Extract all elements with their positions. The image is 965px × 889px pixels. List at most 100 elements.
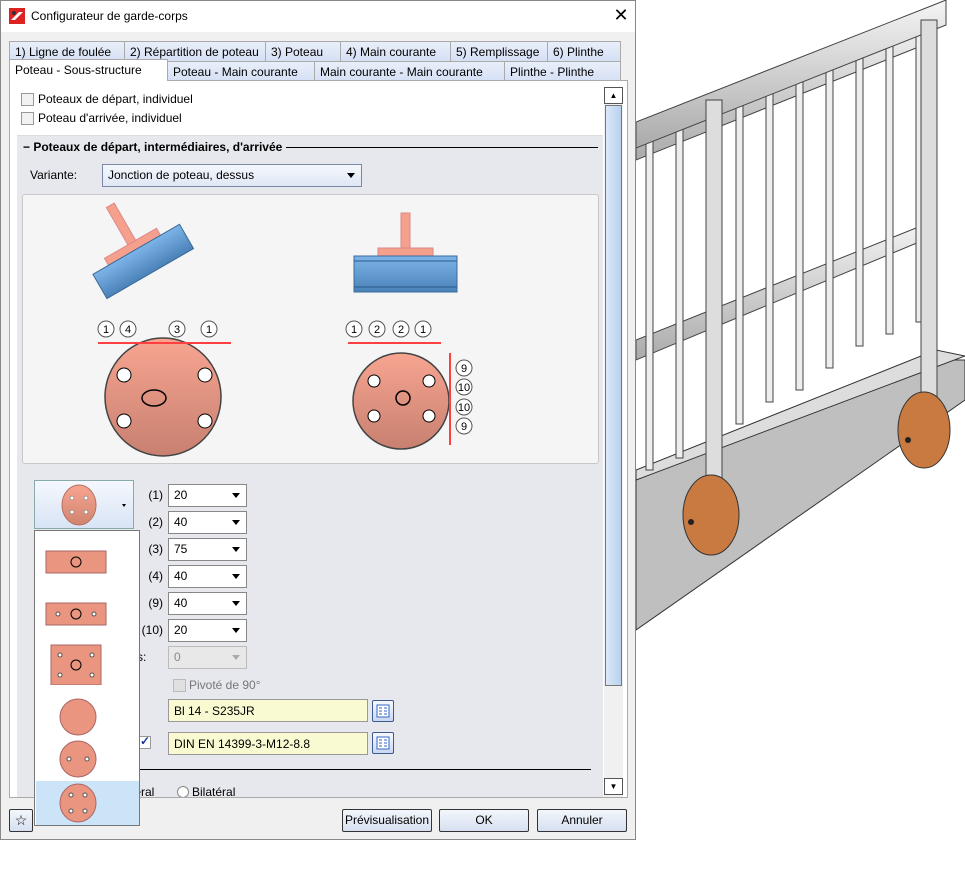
svg-text:10: 10	[458, 382, 470, 394]
svg-text:1: 1	[351, 324, 357, 336]
end-individual-label: Poteau d'arrivée, individuel	[38, 111, 182, 125]
tab-poteau-main-courante[interactable]: Poteau - Main courante	[167, 61, 315, 81]
checkmark-icon: ✓	[140, 734, 151, 748]
dimension-bubble: 9	[455, 417, 473, 435]
svg-text:1: 1	[420, 324, 426, 336]
start-individual-checkbox[interactable]	[21, 93, 34, 106]
dimension-value: 40	[174, 515, 188, 529]
group-title: − Poteaux de départ, intermédiaires, d'a…	[23, 140, 287, 154]
svg-text:10: 10	[458, 402, 470, 414]
dimension-bubble: 9	[455, 359, 473, 377]
svg-text:1: 1	[103, 324, 109, 336]
group-title-text: Poteaux de départ, intermédiaires, d'arr…	[33, 140, 283, 154]
tab-poteau[interactable]: 3) Poteau	[265, 41, 341, 61]
ok-button[interactable]: OK	[439, 809, 529, 832]
chevron-down-icon	[232, 493, 240, 498]
tab-remplissage[interactable]: 5) Remplissage	[450, 41, 548, 61]
dimension-select[interactable]: 40	[168, 511, 247, 534]
bolt-field[interactable]: DIN EN 14399-3-M12-8.8	[168, 732, 368, 755]
svg-text:2: 2	[398, 324, 404, 336]
dimension-select[interactable]: 20	[168, 484, 247, 507]
dimension-bubble: 1	[345, 320, 363, 338]
variant-select[interactable]: Jonction de poteau, dessus	[102, 164, 362, 187]
round-4-holes-icon	[59, 783, 97, 823]
chevron-down-icon	[232, 601, 240, 606]
star-icon[interactable]: ☆	[9, 809, 33, 832]
dimension-bubble: 4	[119, 320, 137, 338]
plate-option-rect-1-hole[interactable]	[36, 537, 139, 581]
tab-repartition-de-poteau[interactable]: 2) Répartition de poteau	[124, 41, 266, 61]
plate-option-rect-3-holes[interactable]	[36, 591, 139, 635]
round-4-holes-small-icon	[59, 740, 97, 778]
rotated-label: Pivoté de 90°	[189, 678, 261, 692]
svg-text:1: 1	[206, 324, 212, 336]
window-title: Configurateur de garde-corps	[31, 9, 188, 23]
tab-plinthe-plinthe[interactable]: Plinthe - Plinthe	[504, 61, 621, 81]
chevron-down-icon	[232, 628, 240, 633]
diagram-panel: 1 4 3 1 1 2 2 1 9 10 10 9	[22, 194, 599, 464]
preview-button[interactable]: Prévisualisation	[342, 809, 432, 832]
dimension-bubble: 1	[414, 320, 432, 338]
scroll-thumb[interactable]	[605, 105, 622, 686]
rect-3-holes-icon	[45, 602, 107, 626]
variant-label: Variante:	[30, 168, 78, 182]
rect-5-holes-icon	[50, 644, 102, 686]
catalog-icon	[376, 736, 390, 750]
round-plain-icon	[59, 698, 97, 736]
plate-type-dropdown[interactable]	[34, 480, 134, 529]
material-field[interactable]: Bl 14 - S235JR	[168, 699, 368, 722]
cancel-button[interactable]: Annuler	[537, 809, 627, 832]
dimension-value: 40	[174, 569, 188, 583]
rotated-checkbox[interactable]	[173, 679, 186, 692]
plate-option-round-4-holes[interactable]	[36, 781, 139, 825]
tab-poteau-sous-structure[interactable]: Poteau - Sous-structure	[9, 59, 168, 81]
dimension-select[interactable]: 75	[168, 538, 247, 561]
dimension-value: 40	[174, 596, 188, 610]
dimension-value: 20	[174, 488, 188, 502]
tab-ligne-de-foulee[interactable]: 1) Ligne de foulée	[9, 41, 125, 61]
chevron-down-icon	[232, 547, 240, 552]
material-catalog-button[interactable]	[372, 700, 394, 722]
scroll-up-icon[interactable]: ▲	[604, 87, 623, 104]
svg-text:9: 9	[461, 363, 467, 375]
dimension-value: 75	[174, 542, 188, 556]
bolt-catalog-button[interactable]	[372, 732, 394, 754]
chevron-down-icon	[232, 655, 240, 660]
dimension-select[interactable]: 40	[168, 565, 247, 588]
plate-option-round-4-holes-small[interactable]	[36, 737, 139, 781]
round-plate-4-holes-icon	[61, 484, 126, 526]
vertical-scrollbar[interactable]: ▲ ▼	[604, 87, 623, 797]
chevron-down-icon	[232, 520, 240, 525]
scroll-down-icon[interactable]: ▼	[604, 778, 623, 795]
plate-type-list	[34, 530, 140, 826]
dimension-select[interactable]: 40	[168, 592, 247, 615]
tab-plinthe[interactable]: 6) Plinthe	[547, 41, 621, 61]
pins-select: 0	[168, 646, 247, 669]
dimension-bubble: 2	[392, 320, 410, 338]
plate-option-round-plain[interactable]	[36, 693, 139, 737]
connection-diagram: 1 4 3 1 1 2 2 1 9 10 10 9	[92, 202, 473, 457]
dimension-bubble: 3	[168, 320, 186, 338]
title-bar: Configurateur de garde-corps ✕	[1, 1, 635, 32]
dimension-select[interactable]: 20	[168, 619, 247, 642]
dimension-bubble: 10	[455, 378, 473, 396]
tab-main-courante[interactable]: 4) Main courante	[340, 41, 451, 61]
pins-value: 0	[174, 650, 181, 664]
svg-text:2: 2	[374, 324, 380, 336]
tab-main-courante-main-courante[interactable]: Main courante - Main courante	[314, 61, 505, 81]
dimension-bubble: 10	[455, 398, 473, 416]
section-divider	[111, 769, 591, 770]
railing-3d-preview	[636, 0, 965, 631]
svg-text:3: 3	[174, 324, 180, 336]
small-plate	[348, 342, 451, 450]
chevron-down-icon	[347, 173, 355, 178]
app-logo-icon	[9, 8, 25, 24]
flat-beam-section	[353, 212, 458, 293]
railing-configurator-dialog: Configurateur de garde-corps ✕ 1) Ligne …	[0, 0, 636, 840]
large-plate	[98, 337, 231, 457]
svg-text:4: 4	[125, 324, 131, 336]
end-individual-checkbox[interactable]	[21, 112, 34, 125]
close-icon[interactable]: ✕	[611, 5, 631, 26]
plate-option-rect-5-holes[interactable]	[36, 641, 139, 686]
dimension-value: 20	[174, 623, 188, 637]
